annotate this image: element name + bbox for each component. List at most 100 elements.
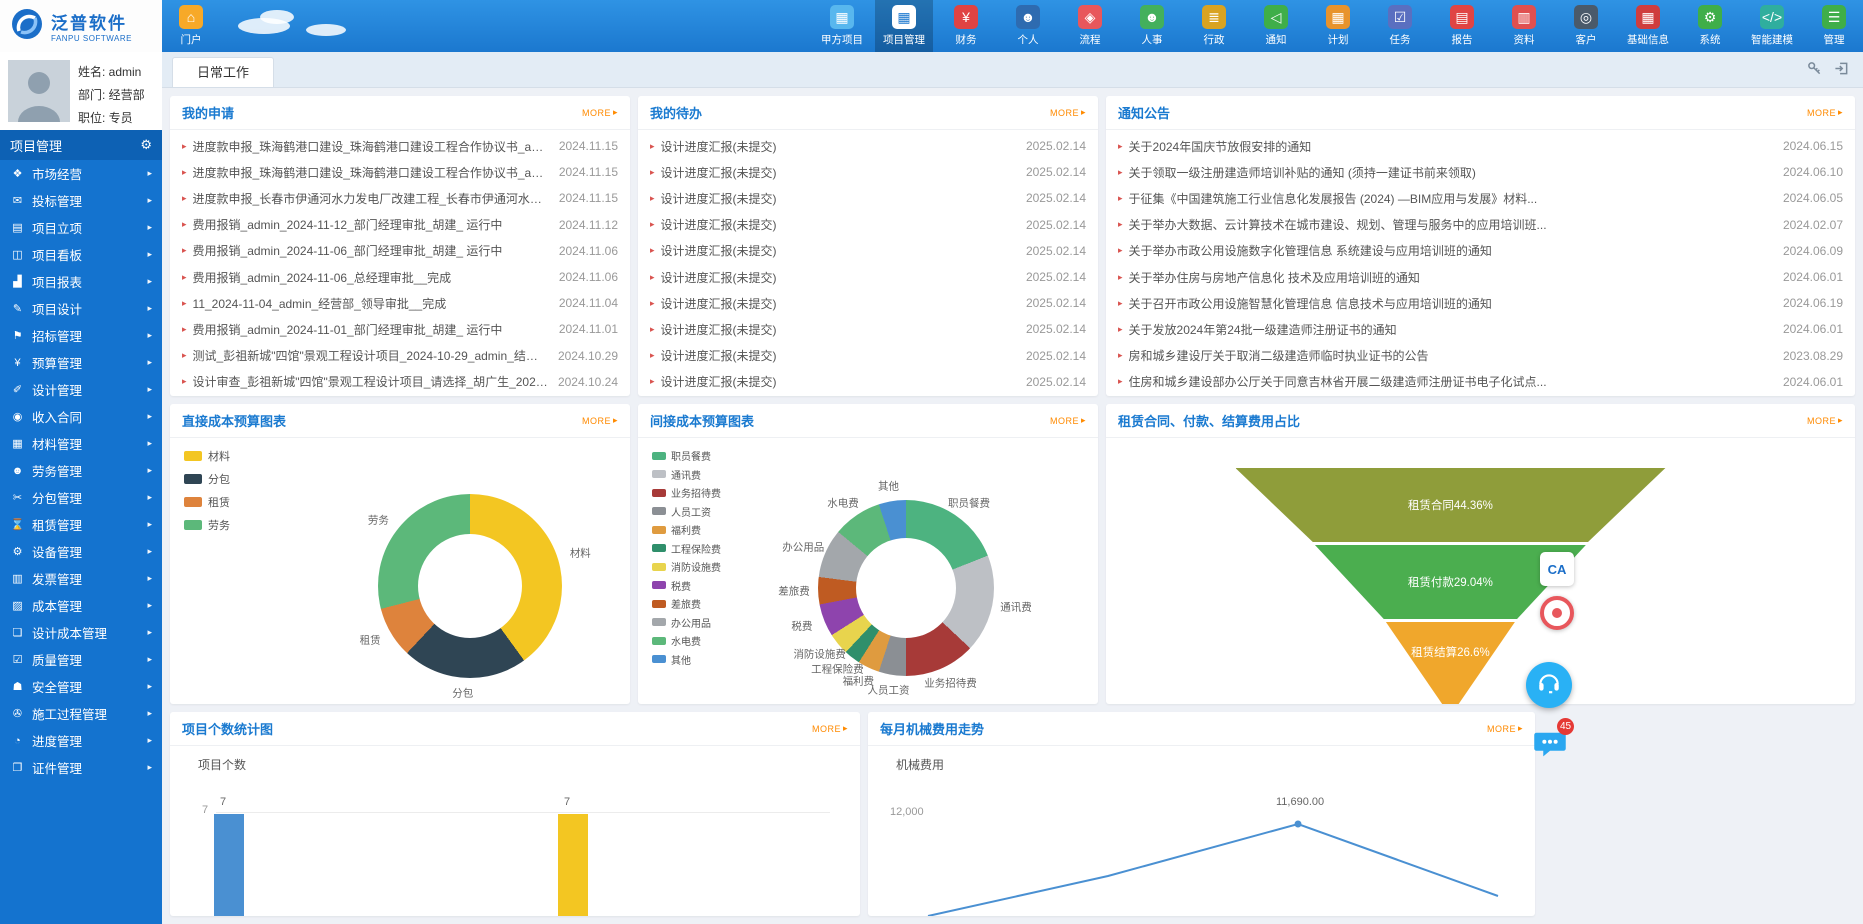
direct-cost-donut-chart[interactable]: 材料分包租赁劳务材料分包租赁劳务 — [170, 438, 630, 704]
sidebar-item-招标管理[interactable]: ⚑招标管理▸ — [0, 322, 162, 349]
more-link[interactable]: MORE▸ — [582, 415, 618, 426]
list-item[interactable]: ▸费用报销_admin_2024-11-06_部门经理审批_胡建_ 运行中202… — [182, 238, 618, 264]
sidebar-item-设计管理[interactable]: ✐设计管理▸ — [0, 376, 162, 403]
sidebar-item-成本管理[interactable]: ▨成本管理▸ — [0, 592, 162, 619]
bar[interactable] — [214, 814, 244, 916]
legend-item-劳务[interactable]: 劳务 — [184, 517, 230, 533]
legend-item-人员工资[interactable]: 人员工资 — [652, 504, 721, 519]
list-item[interactable]: ▸设计进度汇报(未提交)2025.02.14 — [650, 369, 1086, 395]
legend-item-材料[interactable]: 材料 — [184, 448, 230, 464]
nav-item-行政[interactable]: ≣行政 — [1185, 0, 1243, 52]
list-item[interactable]: ▸设计进度汇报(未提交)2025.02.14 — [650, 238, 1086, 264]
more-link[interactable]: MORE▸ — [812, 723, 848, 734]
legend-item-其他[interactable]: 其他 — [652, 652, 721, 667]
funnel-segment-contract[interactable]: 租赁合同44.36% — [1235, 468, 1665, 542]
legend-item-消防设施费[interactable]: 消防设施费 — [652, 559, 721, 574]
list-item[interactable]: ▸房和城乡建设厅关于取消二级建造师临时执业证书的公告2023.08.29 — [1118, 343, 1843, 369]
target-widget[interactable] — [1540, 596, 1574, 630]
legend-item-税费[interactable]: 税费 — [652, 578, 721, 593]
nav-item-人事[interactable]: ☻人事 — [1123, 0, 1181, 52]
sidebar-item-质量管理[interactable]: ☑质量管理▸ — [0, 646, 162, 673]
sidebar-item-项目看板[interactable]: ◫项目看板▸ — [0, 241, 162, 268]
list-item[interactable]: ▸住房和城乡建设部办公厅关于同意吉林省开展二级建造师注册证书电子化试点...20… — [1118, 369, 1843, 395]
avatar[interactable] — [8, 60, 70, 122]
list-item[interactable]: ▸关于举办大数据、云计算技术在城市建设、规划、管理与服务中的应用培训班...20… — [1118, 212, 1843, 238]
machine-cost-line-chart[interactable]: 机械费用 12,000 11,690.00 — [868, 746, 1535, 916]
list-item[interactable]: ▸关于领取一级注册建造师培训补贴的通知 (须持一建证书前来领取)2024.06.… — [1118, 159, 1843, 185]
nav-item-计划[interactable]: ▦计划 — [1309, 0, 1367, 52]
sidebar-item-发票管理[interactable]: ▥发票管理▸ — [0, 565, 162, 592]
list-item[interactable]: ▸关于发放2024年第24批一级建造师注册证书的通知2024.06.01 — [1118, 316, 1843, 342]
nav-item-资料[interactable]: ▥资料 — [1495, 0, 1553, 52]
sidebar-item-项目设计[interactable]: ✎项目设计▸ — [0, 295, 162, 322]
list-item[interactable]: ▸设计进度汇报(未提交)2025.02.14 — [650, 290, 1086, 316]
sidebar-item-收入合同[interactable]: ◉收入合同▸ — [0, 403, 162, 430]
list-item[interactable]: ▸进度款申报_长春市伊通河水力发电厂改建工程_长春市伊通河水力发电...2024… — [182, 185, 618, 211]
legend-item-通讯费[interactable]: 通讯费 — [652, 467, 721, 482]
sidebar-item-投标管理[interactable]: ✉投标管理▸ — [0, 187, 162, 214]
more-link[interactable]: MORE▸ — [1807, 415, 1843, 426]
customer-service-widget[interactable] — [1526, 662, 1572, 708]
project-count-bar-chart[interactable]: 项目个数 7 7 7 — [170, 746, 860, 916]
nav-item-任务[interactable]: ☑任务 — [1371, 0, 1429, 52]
list-item[interactable]: ▸进度款申报_珠海鹤港口建设_珠海鹤港口建设工程合作协议书_admin_...2… — [182, 133, 618, 159]
sidebar-item-设计成本管理[interactable]: ❏设计成本管理▸ — [0, 619, 162, 646]
list-item[interactable]: ▸设计进度汇报(未提交)2025.02.14 — [650, 316, 1086, 342]
list-item[interactable]: ▸设计进度汇报(未提交)2025.02.14 — [650, 212, 1086, 238]
list-item[interactable]: ▸关于举办住房与房地产信息化 技术及应用培训班的通知2024.06.01 — [1118, 264, 1843, 290]
sidebar-item-预算管理[interactable]: ¥预算管理▸ — [0, 349, 162, 376]
sidebar-item-安全管理[interactable]: ☗安全管理▸ — [0, 673, 162, 700]
sidebar-item-租赁管理[interactable]: ⌛租赁管理▸ — [0, 511, 162, 538]
list-item[interactable]: ▸进度款申报_珠海鹤港口建设_珠海鹤港口建设工程合作协议书_admin_...2… — [182, 159, 618, 185]
nav-item-智能建模[interactable]: </>智能建模 — [1743, 0, 1801, 52]
more-link[interactable]: MORE▸ — [1050, 107, 1086, 118]
chat-widget[interactable]: 45 — [1532, 726, 1570, 764]
list-item[interactable]: ▸设计进度汇报(未提交)2025.02.14 — [650, 159, 1086, 185]
list-item[interactable]: ▸于征集《中国建筑施工行业信息化发展报告 (2024) —BIM应用与发展》材料… — [1118, 185, 1843, 211]
nav-item-系统[interactable]: ⚙系统 — [1681, 0, 1739, 52]
tab-daily-work[interactable]: 日常工作 — [172, 57, 274, 87]
sidebar-item-项目立项[interactable]: ▤项目立项▸ — [0, 214, 162, 241]
legend-item-办公用品[interactable]: 办公用品 — [652, 615, 721, 630]
list-item[interactable]: ▸费用报销_admin_2024-11-01_部门经理审批_胡建_ 运行中202… — [182, 316, 618, 342]
nav-item-管理[interactable]: ☰管理 — [1805, 0, 1863, 52]
nav-item-财务[interactable]: ¥财务 — [937, 0, 995, 52]
more-link[interactable]: MORE▸ — [1807, 107, 1843, 118]
rental-funnel-chart[interactable]: 租赁合同44.36% 租赁付款29.04% 租赁结算26.6% — [1106, 438, 1855, 704]
list-item[interactable]: ▸关于召开市政公用设施智慧化管理信息 信息技术与应用培训班的通知2024.06.… — [1118, 290, 1843, 316]
logout-icon[interactable] — [1834, 61, 1849, 81]
more-link[interactable]: MORE▸ — [1487, 723, 1523, 734]
sidebar-item-施工过程管理[interactable]: ✇施工过程管理▸ — [0, 700, 162, 727]
list-item[interactable]: ▸测试_彭祖新城"四馆"景观工程设计项目_2024-10-29_admin_结束… — [182, 343, 618, 369]
nav-item-客户[interactable]: ◎客户 — [1557, 0, 1615, 52]
list-item[interactable]: ▸设计进度汇报(未提交)2025.02.14 — [650, 264, 1086, 290]
funnel-segment-settlement[interactable]: 租赁结算26.6% — [1235, 622, 1665, 704]
more-link[interactable]: MORE▸ — [1050, 415, 1086, 426]
list-item[interactable]: ▸11_2024-11-04_admin_经营部_领导审批__完成2024.11… — [182, 290, 618, 316]
list-item[interactable]: ▸费用报销_admin_2024-11-06_总经理审批__完成2024.11.… — [182, 264, 618, 290]
legend-item-分包[interactable]: 分包 — [184, 471, 230, 487]
nav-item-基础信息[interactable]: ▦基础信息 — [1619, 0, 1677, 52]
sidebar-item-分包管理[interactable]: ✂分包管理▸ — [0, 484, 162, 511]
sidebar-item-劳务管理[interactable]: ☻劳务管理▸ — [0, 457, 162, 484]
legend-item-水电费[interactable]: 水电费 — [652, 633, 721, 648]
nav-item-个人[interactable]: ☻个人 — [999, 0, 1057, 52]
nav-item-门户[interactable]: ⌂门户 — [162, 0, 220, 52]
bar[interactable] — [558, 814, 588, 916]
legend-item-差旅费[interactable]: 差旅费 — [652, 596, 721, 611]
password-key-icon[interactable] — [1807, 61, 1822, 81]
ca-certificate-widget[interactable]: CA — [1540, 552, 1574, 586]
list-item[interactable]: ▸设计进度汇报(未提交)2025.02.14 — [650, 343, 1086, 369]
legend-item-租赁[interactable]: 租赁 — [184, 494, 230, 510]
legend-item-职员餐费[interactable]: 职员餐费 — [652, 448, 721, 463]
nav-item-报告[interactable]: ▤报告 — [1433, 0, 1491, 52]
sidebar-item-进度管理[interactable]: ◔进度管理▸ — [0, 727, 162, 754]
list-item[interactable]: ▸费用报销_admin_2024-11-12_部门经理审批_胡建_ 运行中202… — [182, 212, 618, 238]
sidebar-item-市场经营[interactable]: ❖市场经营▸ — [0, 160, 162, 187]
sidebar-item-材料管理[interactable]: ▦材料管理▸ — [0, 430, 162, 457]
legend-item-业务招待费[interactable]: 业务招待费 — [652, 485, 721, 500]
sidebar-item-设备管理[interactable]: ⚙设备管理▸ — [0, 538, 162, 565]
list-item[interactable]: ▸设计进度汇报(未提交)2025.02.14 — [650, 133, 1086, 159]
sidebar-item-项目报表[interactable]: ▟项目报表▸ — [0, 268, 162, 295]
settings-gear-icon[interactable]: ⚙ — [140, 137, 152, 153]
